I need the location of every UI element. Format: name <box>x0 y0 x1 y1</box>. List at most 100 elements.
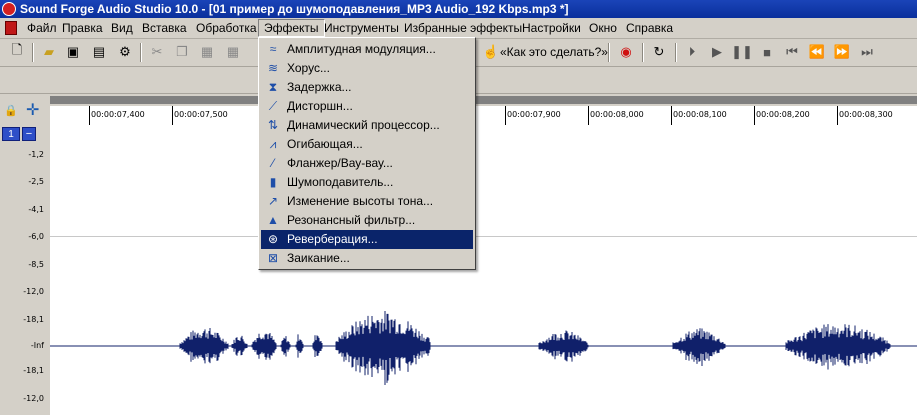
toolbar-separator <box>608 43 610 62</box>
pause-icon[interactable]: ❚❚ <box>731 43 753 61</box>
menu-window[interactable]: Окно <box>584 20 622 36</box>
db-label: -12,0 <box>23 394 44 403</box>
menu-item-noise-gate[interactable]: ▮ Шумоподавитель... <box>261 173 473 192</box>
play-icon[interactable]: ▶ <box>708 43 726 61</box>
properties-icon[interactable]: ⚙ <box>116 43 134 61</box>
toolbar-separator <box>32 43 34 62</box>
waveform-burst <box>335 310 431 385</box>
help-hand-icon[interactable]: ☝ <box>482 43 500 61</box>
ruler-label: 00:00:07,900 <box>507 110 561 119</box>
db-label: -8,5 <box>28 260 44 269</box>
menu-item-flanger[interactable]: ⁄ Фланжер/Вау-вау... <box>261 154 473 173</box>
lock-icon[interactable]: 🔒 <box>4 104 18 117</box>
waveform-burst <box>280 336 291 357</box>
rewind-icon[interactable]: ⏪ <box>808 43 826 61</box>
ruler-label: 00:00:08,000 <box>590 110 644 119</box>
menu-item-amplitude-modulation[interactable]: ≈ Амплитудная модуляция... <box>261 40 473 59</box>
track-header: 1 − -1,2 -2,5 -4,1 -6,0 -8,5 -12,0 -18,1… <box>0 125 51 415</box>
waveform-burst <box>538 330 589 362</box>
chorus-icon: ≋ <box>267 61 279 75</box>
collapse-channel-button[interactable]: − <box>22 127 36 141</box>
how-to-button[interactable]: «Как это сделать?» <box>500 43 608 61</box>
menu-item-chorus[interactable]: ≋ Хорус... <box>261 59 473 78</box>
ruler-label: 00:00:07,400 <box>91 110 145 119</box>
menu-item-delay[interactable]: ⧗ Задержка... <box>261 78 473 97</box>
go-to-start-icon[interactable]: ⏮ <box>783 43 801 61</box>
channel-number[interactable]: 1 <box>2 127 20 141</box>
app-logo-icon <box>2 2 16 16</box>
snap-icon[interactable]: ✛ <box>26 100 39 120</box>
toolbar-separator <box>642 43 644 62</box>
pitch-shift-icon: ↗ <box>267 194 279 208</box>
db-label: -18,1 <box>23 315 44 324</box>
loop-icon[interactable]: ↻ <box>650 43 668 61</box>
waveform-burst <box>231 335 248 356</box>
menu-edit[interactable]: Правка <box>57 20 108 36</box>
dynamics-icon: ⇅ <box>267 118 279 132</box>
db-label: -2,5 <box>28 177 44 186</box>
toolbar-separator <box>675 43 677 62</box>
db-label: -12,0 <box>23 287 44 296</box>
paste-icon[interactable]: ▦ <box>198 43 216 61</box>
ruler-label: 00:00:08,200 <box>756 110 810 119</box>
waveform-view[interactable] <box>50 125 917 415</box>
waveform-burst <box>672 328 726 367</box>
db-label: -18,1 <box>23 366 44 375</box>
play-all-icon[interactable]: ⏵ <box>683 43 701 61</box>
menu-item-pitch-shift[interactable]: ↗ Изменение высоты тона... <box>261 192 473 211</box>
db-label: -Inf <box>30 341 44 350</box>
flanger-icon: ⁄ <box>271 156 274 170</box>
paste-mix-icon[interactable]: ▦ <box>224 43 242 61</box>
stop-icon[interactable]: ■ <box>758 43 776 61</box>
menu-file[interactable]: Файл <box>22 20 62 36</box>
menu-process[interactable]: Обработка <box>191 20 262 36</box>
menu-favorites[interactable]: Избранные эффекты <box>399 20 527 36</box>
record-icon[interactable]: ◉ <box>617 43 635 61</box>
overview-bar[interactable] <box>50 96 917 104</box>
menu-view[interactable]: Вид <box>106 20 138 36</box>
stutter-icon: ⊠ <box>267 251 279 265</box>
db-label: -6,0 <box>28 232 44 241</box>
save-icon[interactable]: ▣ <box>64 43 82 61</box>
menu-item-resonant-filter[interactable]: ▲ Резонансный фильтр... <box>261 211 473 230</box>
fast-forward-icon[interactable]: ⏩ <box>833 43 851 61</box>
document-icon[interactable] <box>5 21 17 35</box>
open-folder-icon[interactable]: ▰ <box>40 43 58 61</box>
go-to-end-icon[interactable]: ⏭ <box>858 43 876 61</box>
noise-gate-icon: ▮ <box>269 175 277 189</box>
copy-icon[interactable]: ❐ <box>173 43 191 61</box>
ruler-label: 00:00:08,100 <box>673 110 727 119</box>
db-label: -4,1 <box>28 205 44 214</box>
waveform-burst <box>312 335 323 357</box>
menu-insert[interactable]: Вставка <box>137 20 192 36</box>
effects-menu: ≈ Амплитудная модуляция... ≋ Хорус... ⧗ … <box>258 37 476 270</box>
menu-effects[interactable]: Эффекты <box>258 19 325 37</box>
waveform-burst <box>295 334 304 358</box>
delay-icon: ⧗ <box>268 80 278 94</box>
waveform-burst <box>785 324 891 370</box>
menu-help[interactable]: Справка <box>621 20 678 36</box>
reverb-icon: ⊛ <box>267 232 279 246</box>
db-label: -1,2 <box>28 150 44 159</box>
menu-item-distortion[interactable]: ⟋ Дисторшн... <box>261 97 473 116</box>
new-file-icon[interactable]: 🗋 <box>8 42 26 61</box>
ruler-label: 00:00:08,300 <box>839 110 893 119</box>
title-bar: Sound Forge Audio Studio 10.0 - [01 прим… <box>0 0 917 18</box>
waveform <box>50 310 917 385</box>
menu-item-reverb[interactable]: ⊛ Реверберация... <box>261 230 473 249</box>
menu-item-dynamics[interactable]: ⇅ Динамический процессор... <box>261 116 473 135</box>
waveform-burst <box>251 333 277 360</box>
menu-bar: Файл Правка Вид Вставка Обработка Эффект… <box>0 18 917 39</box>
menu-options[interactable]: Настройки <box>517 20 586 36</box>
amplitude-modulation-icon: ≈ <box>269 42 277 56</box>
menu-tools[interactable]: Инструменты <box>319 20 404 36</box>
time-ruler[interactable]: 00:00:07,400 00:00:07,500 00:00:07,900 0… <box>50 106 917 126</box>
resonant-filter-icon: ▲ <box>267 213 279 227</box>
save-as-icon[interactable]: ▤ <box>90 43 108 61</box>
toolbar-separator <box>140 43 142 62</box>
waveform-burst <box>179 327 229 364</box>
menu-item-envelope[interactable]: ⩘ Огибающая... <box>261 135 473 154</box>
menu-item-stutter[interactable]: ⊠ Заикание... <box>261 249 473 268</box>
window-title: Sound Forge Audio Studio 10.0 - [01 прим… <box>20 2 569 16</box>
cut-icon[interactable]: ✂ <box>148 43 166 61</box>
